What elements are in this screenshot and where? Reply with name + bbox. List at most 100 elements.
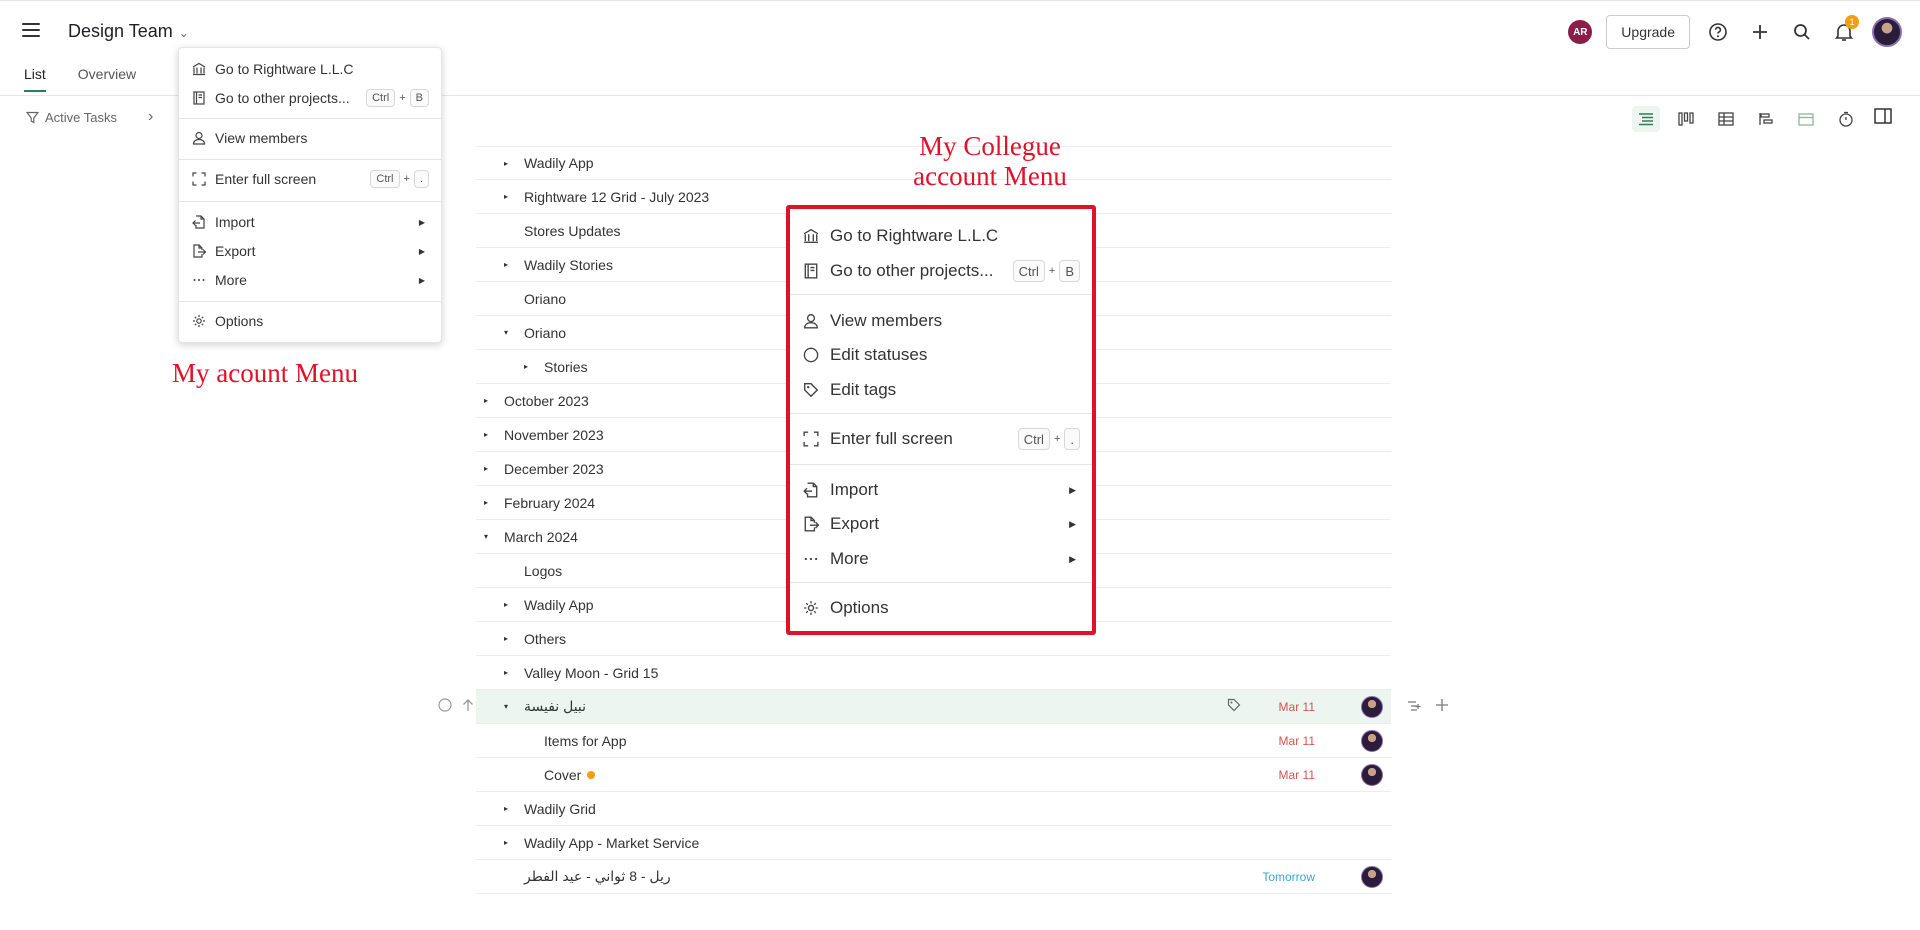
project-title-dropdown[interactable]: Design Team ⌄ bbox=[68, 21, 189, 42]
active-tasks-filter[interactable]: Active Tasks bbox=[26, 110, 117, 125]
task-title[interactable]: Wadily Stories bbox=[524, 257, 613, 273]
big-menu-item-go-to-other-projects[interactable]: Go to other projects... Ctrl + B bbox=[790, 256, 1092, 286]
assignee-avatar[interactable] bbox=[1361, 865, 1383, 888]
expand-caret-icon[interactable]: ▸ bbox=[524, 362, 532, 371]
big-menu-item-view-members[interactable]: View members bbox=[790, 306, 1092, 336]
task-title[interactable]: Wadily App bbox=[524, 155, 594, 171]
big-menu-item-export[interactable]: Export ▶ bbox=[790, 509, 1092, 539]
list-view-icon[interactable] bbox=[1632, 106, 1660, 132]
small-menu-item-more[interactable]: More ▶ bbox=[179, 266, 441, 294]
calendar-view-icon[interactable] bbox=[1792, 106, 1820, 132]
big-menu-item-edit-statuses[interactable]: Edit statuses bbox=[790, 340, 1092, 370]
task-title[interactable]: Wadily App bbox=[524, 597, 594, 613]
upgrade-button[interactable]: Upgrade bbox=[1606, 15, 1690, 49]
gantt-view-icon[interactable] bbox=[1752, 106, 1780, 132]
assignee-avatar[interactable] bbox=[1361, 729, 1383, 752]
person-icon bbox=[191, 131, 207, 145]
assignee-avatar[interactable] bbox=[1361, 763, 1383, 786]
tab-overview[interactable]: Overview bbox=[78, 66, 136, 92]
expand-caret-icon[interactable]: ▸ bbox=[504, 159, 512, 168]
task-title[interactable]: Others bbox=[524, 631, 566, 647]
task-title[interactable]: Wadily App - Market Service bbox=[524, 835, 699, 851]
expand-caret-icon[interactable]: ▸ bbox=[484, 396, 492, 405]
timer-view-icon[interactable] bbox=[1832, 106, 1860, 132]
collapse-caret-icon[interactable]: ▾ bbox=[504, 328, 512, 337]
task-title[interactable]: October 2023 bbox=[504, 393, 589, 409]
expand-caret-icon[interactable]: ▸ bbox=[504, 600, 512, 609]
task-row[interactable]: Cover Mar 11 bbox=[476, 758, 1391, 792]
help-icon[interactable] bbox=[1704, 18, 1732, 46]
task-title[interactable]: Rightware 12 Grid - July 2023 bbox=[524, 189, 709, 205]
small-menu-item-view-members[interactable]: View members bbox=[179, 124, 441, 152]
task-title[interactable]: Oriano bbox=[524, 291, 566, 307]
big-menu-item-more[interactable]: More ▶ bbox=[790, 544, 1092, 574]
task-title[interactable]: February 2024 bbox=[504, 495, 595, 511]
task-title[interactable]: Stores Updates bbox=[524, 223, 621, 239]
due-date[interactable]: Tomorrow bbox=[1262, 870, 1315, 884]
small-menu-item-enter-full-screen[interactable]: Enter full screen Ctrl +. bbox=[179, 165, 441, 193]
due-date[interactable]: Mar 11 bbox=[1279, 700, 1315, 714]
expand-caret-icon[interactable]: ▸ bbox=[484, 498, 492, 507]
expand-caret-icon[interactable]: ▸ bbox=[484, 430, 492, 439]
task-title[interactable]: Wadily Grid bbox=[524, 801, 596, 817]
collapse-caret-icon[interactable]: ▾ bbox=[504, 702, 512, 711]
task-row[interactable]: ▸ Wadily Grid bbox=[476, 792, 1391, 826]
task-title[interactable]: Items for App bbox=[544, 733, 626, 749]
arrow-up-icon[interactable] bbox=[462, 698, 474, 715]
small-menu-item-options[interactable]: Options bbox=[179, 307, 441, 335]
add-subtask-icon[interactable] bbox=[1407, 699, 1421, 715]
tab-list[interactable]: List bbox=[24, 66, 46, 92]
task-row[interactable]: ▾ نبيل نفيسة Mar 11 bbox=[438, 690, 1448, 724]
task-title[interactable]: ريل - 8 ثواني - عيد الفطر bbox=[524, 868, 671, 885]
expand-caret-icon[interactable]: ▸ bbox=[504, 668, 512, 677]
big-menu-item-go-to-rightware-l-l-c[interactable]: Go to Rightware L.L.C bbox=[790, 221, 1092, 251]
complete-circle-icon[interactable] bbox=[438, 698, 452, 715]
hamburger-menu-icon[interactable] bbox=[22, 23, 40, 37]
small-menu-item-import[interactable]: Import ▶ bbox=[179, 208, 441, 236]
big-menu-item-options[interactable]: Options bbox=[790, 593, 1092, 623]
assignee-avatar[interactable] bbox=[1361, 695, 1383, 718]
task-title[interactable]: نبيل نفيسة bbox=[524, 698, 586, 715]
board-view-icon[interactable] bbox=[1672, 106, 1700, 132]
user-initials-badge[interactable]: AR bbox=[1568, 20, 1593, 44]
task-row[interactable]: ▸ Valley Moon - Grid 15 bbox=[476, 656, 1391, 690]
shortcut-key: B bbox=[409, 89, 429, 107]
table-view-icon[interactable] bbox=[1712, 106, 1740, 132]
task-title[interactable]: Valley Moon - Grid 15 bbox=[524, 665, 658, 681]
task-title[interactable]: Logos bbox=[524, 563, 562, 579]
task-title[interactable]: March 2024 bbox=[504, 529, 578, 545]
task-title[interactable]: December 2023 bbox=[504, 461, 604, 477]
chevron-right-icon[interactable]: › bbox=[148, 108, 153, 126]
big-menu-item-import[interactable]: Import ▶ bbox=[790, 475, 1092, 505]
menu-item-label: Go to Rightware L.L.C bbox=[215, 61, 354, 77]
task-row[interactable]: ▸ Wadily App - Market Service bbox=[476, 826, 1391, 860]
add-icon[interactable] bbox=[1435, 698, 1449, 715]
big-menu-item-enter-full-screen[interactable]: Enter full screen Ctrl +. bbox=[790, 424, 1092, 454]
task-row[interactable]: Items for App Mar 11 bbox=[476, 724, 1391, 758]
big-menu-item-edit-tags[interactable]: Edit tags bbox=[790, 375, 1092, 405]
search-icon[interactable] bbox=[1788, 18, 1816, 46]
task-title[interactable]: Cover bbox=[544, 767, 581, 783]
expand-caret-icon[interactable]: ▸ bbox=[504, 260, 512, 269]
due-date[interactable]: Mar 11 bbox=[1279, 734, 1315, 748]
tag-icon[interactable] bbox=[1227, 698, 1241, 715]
side-panel-toggle-icon[interactable] bbox=[1874, 108, 1892, 127]
due-date[interactable]: Mar 11 bbox=[1279, 768, 1315, 782]
task-title[interactable]: Stories bbox=[544, 359, 588, 375]
small-menu-item-export[interactable]: Export ▶ bbox=[179, 237, 441, 265]
collapse-caret-icon[interactable]: ▾ bbox=[484, 532, 492, 541]
small-menu-item-go-to-rightware-l-l-c[interactable]: Go to Rightware L.L.C bbox=[179, 55, 441, 83]
small-menu-item-go-to-other-projects[interactable]: Go to other projects... Ctrl + B bbox=[179, 84, 441, 112]
menu-item-label: View members bbox=[830, 311, 943, 330]
task-title[interactable]: Oriano bbox=[524, 325, 566, 341]
task-row[interactable]: ريل - 8 ثواني - عيد الفطر Tomorrow bbox=[476, 860, 1391, 894]
notifications-bell-icon[interactable]: 1 bbox=[1830, 15, 1859, 46]
expand-caret-icon[interactable]: ▸ bbox=[504, 804, 512, 813]
user-avatar[interactable] bbox=[1872, 17, 1902, 47]
expand-caret-icon[interactable]: ▸ bbox=[504, 192, 512, 201]
expand-caret-icon[interactable]: ▸ bbox=[484, 464, 492, 473]
task-title[interactable]: November 2023 bbox=[504, 427, 604, 443]
add-icon[interactable] bbox=[1746, 18, 1774, 46]
expand-caret-icon[interactable]: ▸ bbox=[504, 634, 512, 643]
expand-caret-icon[interactable]: ▸ bbox=[504, 838, 512, 847]
